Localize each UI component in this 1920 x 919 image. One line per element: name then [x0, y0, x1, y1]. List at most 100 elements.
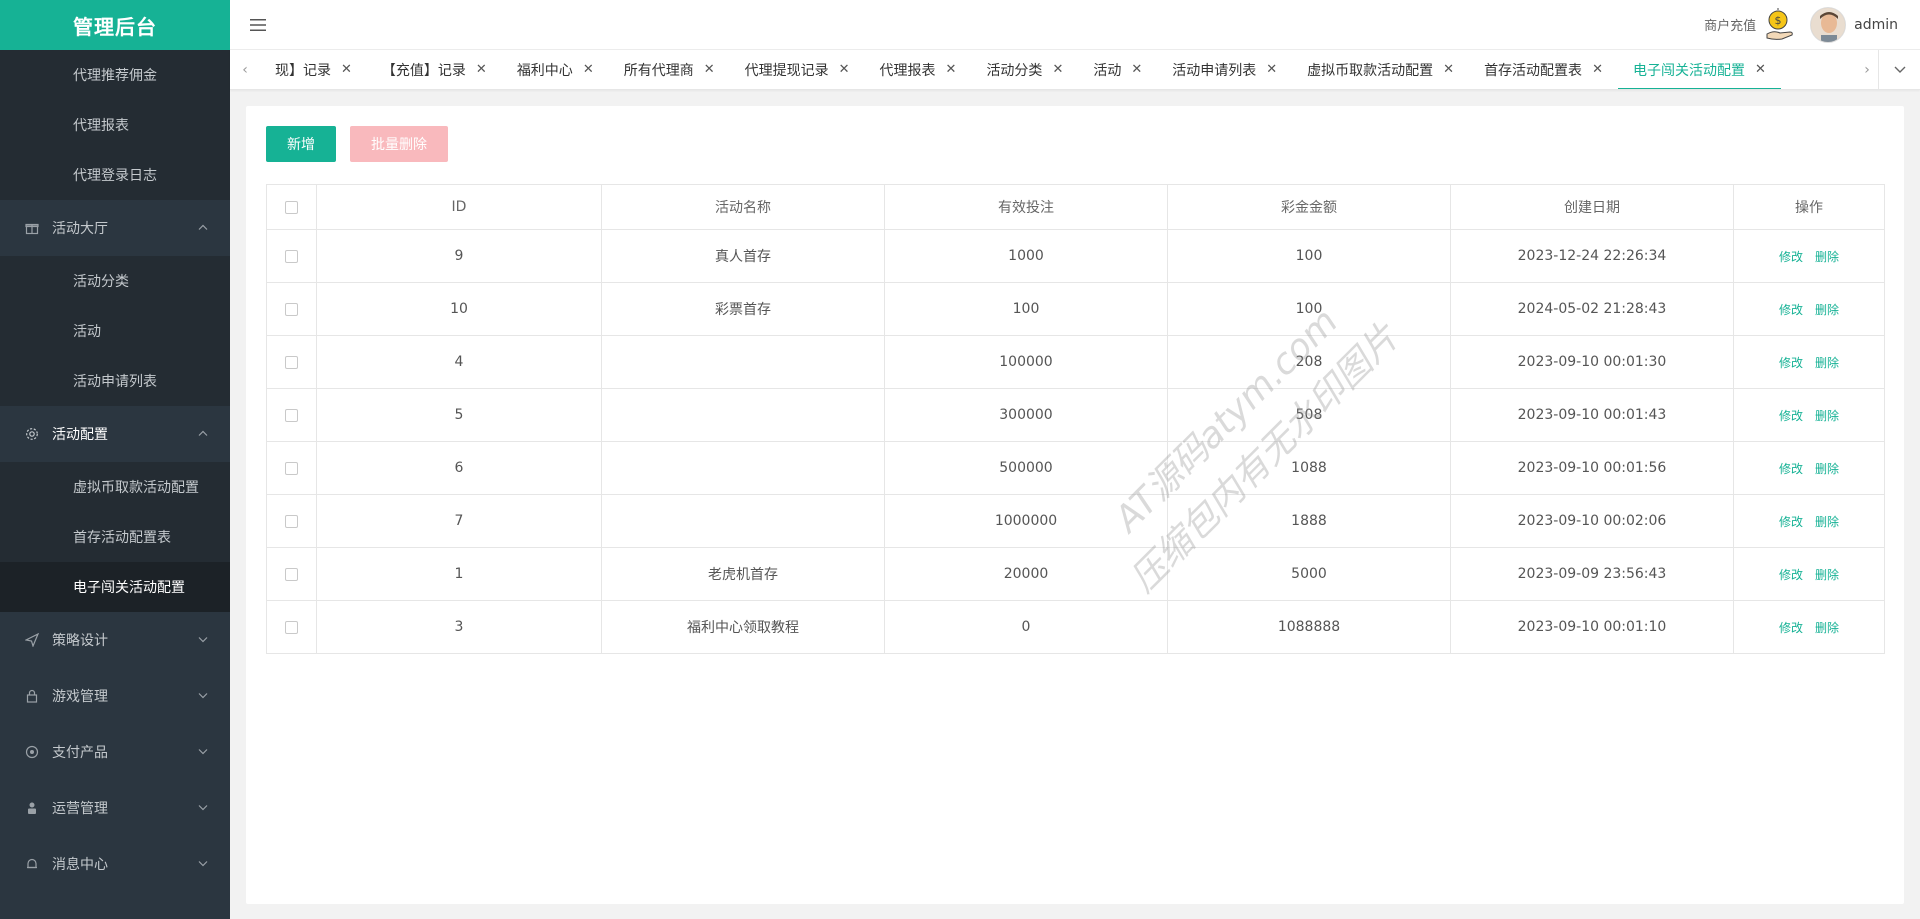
sidebar-subitem[interactable]: 代理报表	[0, 100, 230, 150]
tab[interactable]: 代理报表 ✕	[865, 50, 972, 89]
delete-link[interactable]: 删除	[1815, 621, 1839, 635]
column-header-name[interactable]: 活动名称	[601, 184, 885, 230]
sidebar-subitem[interactable]: 代理登录日志	[0, 150, 230, 200]
delete-link[interactable]: 删除	[1815, 515, 1839, 529]
delete-link[interactable]: 删除	[1815, 356, 1839, 370]
column-header-id[interactable]: ID	[316, 184, 602, 230]
edit-link[interactable]: 修改	[1779, 621, 1803, 635]
sidebar-group[interactable]: 支付产品	[0, 724, 230, 780]
edit-link[interactable]: 修改	[1779, 303, 1803, 317]
close-icon[interactable]: ✕	[1755, 62, 1766, 77]
delete-link[interactable]: 删除	[1815, 250, 1839, 264]
sidebar-group-label: 游戏管理	[52, 689, 108, 705]
row-checkbox[interactable]	[285, 514, 298, 528]
app-logo: 管理后台	[0, 0, 230, 50]
edit-link[interactable]: 修改	[1779, 356, 1803, 370]
tab[interactable]: 所有代理商 ✕	[609, 50, 730, 89]
close-icon[interactable]: ✕	[704, 62, 715, 77]
sidebar-group[interactable]: 活动大厅	[0, 200, 230, 256]
row-checkbox[interactable]	[285, 249, 298, 263]
table-row: 4 100000 208 2023-09-10 00:01:30 修改 删除	[266, 335, 1885, 389]
delete-link[interactable]: 删除	[1815, 462, 1839, 476]
row-checkbox[interactable]	[285, 567, 298, 581]
tab-more-button[interactable]	[1878, 50, 1920, 89]
close-icon[interactable]: ✕	[1443, 62, 1454, 77]
cell-id: 3	[316, 600, 602, 654]
tab[interactable]: 虚拟币取款活动配置 ✕	[1292, 50, 1469, 89]
money-bag-icon[interactable]: $	[1764, 7, 1796, 42]
sidebar-subitem[interactable]: 活动	[0, 306, 230, 356]
edit-link[interactable]: 修改	[1779, 515, 1803, 529]
column-header-bonus[interactable]: 彩金金额	[1167, 184, 1451, 230]
row-checkbox[interactable]	[285, 355, 298, 369]
cell-created: 2023-09-10 00:01:43	[1450, 388, 1734, 442]
tab[interactable]: 代理提现记录 ✕	[730, 50, 865, 89]
sidebar-group[interactable]: 活动配置	[0, 406, 230, 462]
row-checkbox[interactable]	[285, 408, 298, 422]
send-icon	[24, 632, 40, 648]
batch-delete-button[interactable]: 批量删除	[350, 126, 448, 162]
add-button[interactable]: 新增	[266, 126, 336, 162]
close-icon[interactable]: ✕	[341, 62, 352, 77]
cell-bonus: 100	[1167, 282, 1451, 336]
delete-link[interactable]: 删除	[1815, 409, 1839, 423]
sidebar-group[interactable]: 策略设计	[0, 612, 230, 668]
sidebar-group-label: 运营管理	[52, 801, 108, 817]
sidebar-group[interactable]: 消息中心	[0, 836, 230, 892]
edit-link[interactable]: 修改	[1779, 250, 1803, 264]
cell-actions: 修改 删除	[1733, 600, 1885, 654]
svg-text:$: $	[1775, 14, 1782, 27]
sidebar-subitem[interactable]: 首存活动配置表	[0, 512, 230, 562]
user-avatar[interactable]	[1810, 6, 1847, 43]
column-header-created[interactable]: 创建日期	[1450, 184, 1734, 230]
user-name[interactable]: admin	[1854, 17, 1898, 33]
column-header-bet[interactable]: 有效投注	[884, 184, 1168, 230]
close-icon[interactable]: ✕	[583, 62, 594, 77]
tab[interactable]: 电子闯关活动配置 ✕	[1617, 50, 1781, 89]
close-icon[interactable]: ✕	[476, 62, 487, 77]
delete-link[interactable]: 删除	[1815, 568, 1839, 582]
cell-bet: 100	[884, 282, 1168, 336]
sidebar-subitem[interactable]: 虚拟币取款活动配置	[0, 462, 230, 512]
close-icon[interactable]: ✕	[839, 62, 850, 77]
close-icon[interactable]: ✕	[1052, 62, 1063, 77]
close-icon[interactable]: ✕	[1592, 62, 1603, 77]
recharge-link[interactable]: 商户充值	[1704, 15, 1756, 34]
edit-link[interactable]: 修改	[1779, 568, 1803, 582]
sidebar-group[interactable]: 运营管理	[0, 780, 230, 836]
tab[interactable]: 活动申请列表 ✕	[1157, 50, 1292, 89]
row-checkbox[interactable]	[285, 620, 298, 634]
edit-link[interactable]: 修改	[1779, 409, 1803, 423]
cell-bonus: 100	[1167, 229, 1451, 283]
tab[interactable]: 活动分类 ✕	[971, 50, 1078, 89]
tab[interactable]: 活动 ✕	[1078, 50, 1157, 89]
close-icon[interactable]: ✕	[946, 62, 957, 77]
row-checkbox[interactable]	[285, 302, 298, 316]
tab-scroll-right-button[interactable]: ›	[1856, 50, 1878, 89]
edit-link[interactable]: 修改	[1779, 462, 1803, 476]
hamburger-icon	[250, 18, 266, 31]
cell-name	[601, 494, 885, 548]
tab[interactable]: 现】记录 ✕	[260, 50, 367, 89]
sidebar-subitem[interactable]: 电子闯关活动配置	[0, 562, 230, 612]
sidebar-group[interactable]: 游戏管理	[0, 668, 230, 724]
sidebar-subitem[interactable]: 代理推荐佣金	[0, 50, 230, 100]
close-icon[interactable]: ✕	[1266, 62, 1277, 77]
cell-bet: 300000	[884, 388, 1168, 442]
cell-bonus: 5000	[1167, 547, 1451, 601]
tab[interactable]: 首存活动配置表 ✕	[1469, 50, 1618, 89]
cell-bet: 1000	[884, 229, 1168, 283]
cell-name: 福利中心领取教程	[601, 600, 885, 654]
sidebar-subitem[interactable]: 活动分类	[0, 256, 230, 306]
tab-scroll-left-button[interactable]: ‹	[230, 50, 260, 89]
delete-link[interactable]: 删除	[1815, 303, 1839, 317]
tab[interactable]: 福利中心 ✕	[502, 50, 609, 89]
row-checkbox[interactable]	[285, 461, 298, 475]
sidebar-subitem[interactable]: 活动申请列表	[0, 356, 230, 406]
cell-created: 2023-09-09 23:56:43	[1450, 547, 1734, 601]
cell-id: 6	[316, 441, 602, 495]
menu-toggle-button[interactable]	[230, 0, 286, 50]
close-icon[interactable]: ✕	[1131, 62, 1142, 77]
tab[interactable]: 【充值】记录 ✕	[367, 50, 502, 89]
select-all-checkbox[interactable]	[285, 200, 298, 214]
